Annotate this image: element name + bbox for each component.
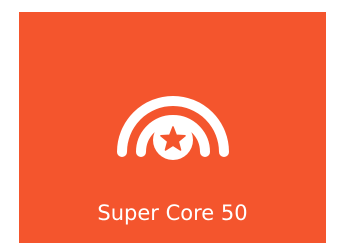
broadcast-star-icon bbox=[115, 67, 231, 163]
plan-tile[interactable]: Super Core 50 bbox=[19, 12, 326, 243]
tile-label: Super Core 50 bbox=[97, 201, 248, 225]
